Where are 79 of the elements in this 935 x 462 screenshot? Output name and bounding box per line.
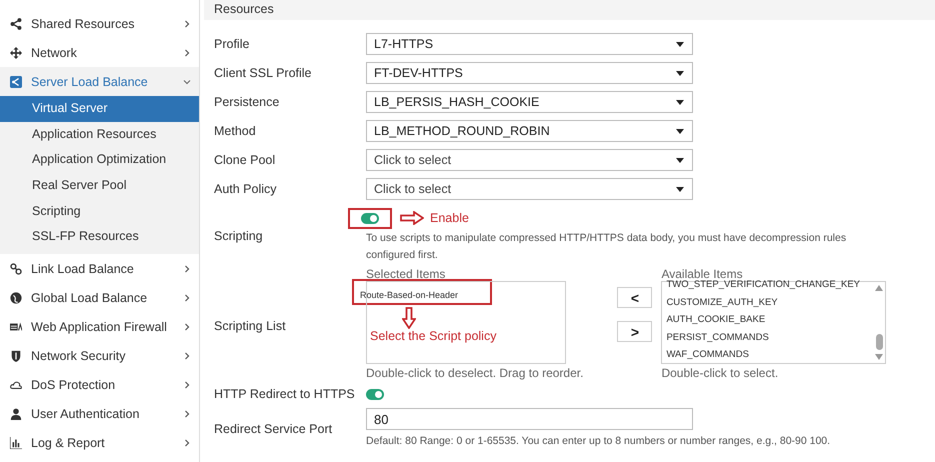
field-label: Auth Policy: [214, 182, 278, 196]
help-text: To use scripts to manipulate compressed HTTP/HTTPS data body, you must have decompression rules configured first.: [366, 231, 848, 263]
field-label: Scripting: [214, 228, 264, 242]
chevron-right-icon: [183, 48, 191, 56]
user-icon: [10, 408, 22, 420]
annotation-text: Select the Script policy: [370, 329, 496, 343]
chevron-right-icon: [183, 322, 191, 331]
dropdown[interactable]: Click to select: [366, 178, 693, 200]
bar-chart-icon: [10, 436, 22, 449]
available-items-list[interactable]: TWO_STEP_VERIFICATION_CHANGE_KEY CUSTOMIZE_AUTH_KEY AUTH_COOKIE_BAKE PERSIST_COMMANDS WAF_COMMANDS: [661, 281, 886, 364]
nav-item[interactable]: Log & Report: [0, 428, 199, 458]
firewall-icon: [10, 320, 22, 333]
chevron-right-icon: [183, 264, 191, 273]
nav-item[interactable]: Network: [0, 38, 199, 67]
chevron-right-icon: [183, 294, 191, 302]
annotation-arrow-icon: [402, 307, 416, 329]
port-input[interactable]: 80: [366, 408, 693, 430]
field-label: Redirect Service Port: [214, 422, 334, 436]
dropdown[interactable]: LB_METHOD_ROUND_ROBIN: [366, 120, 693, 142]
submenu-item[interactable]: Application Optimization: [0, 147, 199, 174]
chevron-right-icon: [183, 380, 191, 389]
toggle-switch[interactable]: [366, 388, 384, 400]
field-label: Scripting List: [214, 318, 287, 332]
nav-item[interactable]: Shared Resources: [0, 9, 199, 38]
annotation-text: Enable: [430, 211, 469, 225]
nav-item[interactable]: User Authentication: [0, 399, 199, 428]
dropdown-caret-icon: [676, 100, 684, 104]
field-label: Clone Pool: [214, 153, 276, 167]
move-left-button[interactable]: <: [617, 287, 652, 308]
submenu-item[interactable]: Application Resources: [0, 122, 199, 148]
list-item[interactable]: AUTH_COOKIE_BAKE: [666, 311, 874, 328]
list-title: Selected Items: [366, 267, 446, 281]
field-label: Client SSL Profile: [214, 66, 312, 80]
help-text: Default: 80 Range: 0 or 1-65535. You can enter up to 8 numbers or number ranges, e.g., 80-90 100.: [366, 434, 832, 449]
dropdown[interactable]: L7-HTTPS: [366, 33, 693, 55]
dropdown-caret-icon: [676, 128, 684, 134]
network-nodes-icon: [10, 76, 22, 88]
link-icon: [10, 262, 22, 275]
field-label: Persistence: [214, 95, 280, 109]
dropdown-caret-icon: [676, 42, 684, 46]
submenu-item[interactable]: SSL-FP Resources: [0, 224, 199, 250]
hint-text: Double-click to select.: [661, 366, 780, 380]
dropdown-caret-icon: [676, 158, 684, 162]
list-item[interactable]: CUSTOMIZE_AUTH_KEY: [666, 294, 874, 311]
list-item[interactable]: PERSIST_COMMANDS: [666, 328, 874, 346]
nav-item[interactable]: Link Load Balance: [0, 254, 199, 284]
dropdown-caret-icon: [676, 186, 684, 192]
globe-icon: [10, 292, 22, 304]
hint-text: Double-click to deselect. Drag to reorder.: [366, 366, 584, 380]
dropdown[interactable]: Click to select: [366, 149, 693, 171]
field-label: HTTP Redirect to HTTPS: [214, 387, 356, 401]
nav-item[interactable]: Network Security: [0, 341, 199, 370]
move-arrows-icon: [10, 46, 22, 58]
nav-item[interactable]: Server Load Balance: [0, 67, 199, 96]
share-icon: [10, 18, 22, 30]
field-label: Method: [214, 124, 257, 138]
move-right-button[interactable]: >: [617, 321, 652, 342]
annotation-arrow-icon: [400, 211, 424, 225]
section-header: Resources: [204, 0, 935, 20]
chevron-right-icon: [183, 438, 191, 447]
toggle-switch[interactable]: [361, 212, 379, 224]
submenu-item[interactable]: Real Server Pool: [0, 173, 199, 199]
list-item[interactable]: Route-Based-on-Header: [357, 286, 565, 304]
nav-item[interactable]: Global Load Balance: [0, 283, 199, 312]
chevron-right-icon: [183, 352, 191, 360]
list-item[interactable]: WAF_COMMANDS: [666, 346, 874, 363]
submenu-item[interactable]: Scripting: [0, 198, 199, 224]
submenu-item[interactable]: Virtual Server: [0, 96, 199, 122]
field-label: Profile: [214, 37, 250, 51]
dropdown[interactable]: LB_PERSIS_HASH_COOKIE: [366, 91, 693, 113]
nav-item[interactable]: DoS Protection: [0, 370, 199, 400]
dropdown-caret-icon: [676, 70, 684, 76]
shield-icon: [10, 350, 22, 362]
list-title: Available Items: [661, 267, 743, 281]
nav-item[interactable]: Web Application Firewall: [0, 312, 199, 342]
chevron-down-icon: [183, 78, 191, 86]
dropdown[interactable]: FT-DEV-HTTPS: [366, 62, 693, 84]
chevron-right-icon: [183, 410, 191, 418]
chevron-right-icon: [183, 20, 191, 28]
